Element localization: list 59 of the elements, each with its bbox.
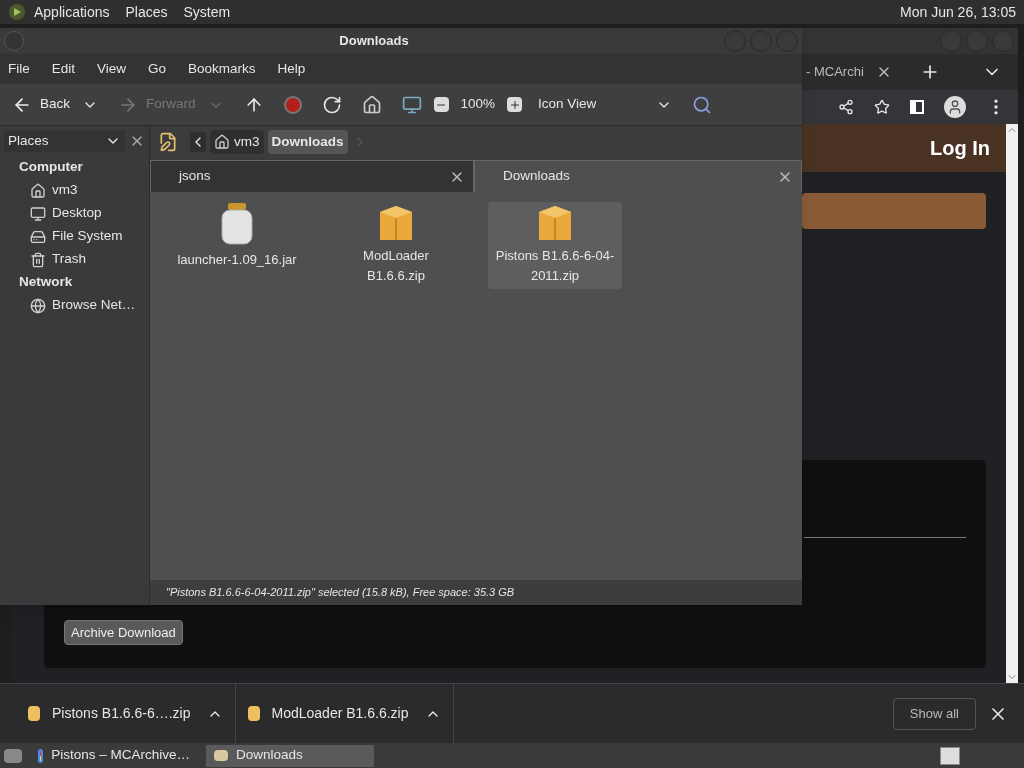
sidebar-heading: Computer xyxy=(18,158,84,177)
window-title: Downloads xyxy=(338,32,410,51)
path-button[interactable]: Downloads xyxy=(267,130,348,154)
tab[interactable]: Downloads xyxy=(474,160,802,192)
home-icon xyxy=(214,134,230,150)
icon-entry[interactable]: ModLoader B1.6.6.zip xyxy=(329,202,463,289)
taskbar-item[interactable]: Downloads xyxy=(206,744,374,767)
clock[interactable]: Mon Jun 26, 13:05 xyxy=(900,1,1016,23)
jar-icon xyxy=(219,202,255,246)
menu-item[interactable]: Go xyxy=(148,58,167,80)
desktop-icon xyxy=(30,205,46,222)
bookmark-star-icon[interactable] xyxy=(874,99,890,115)
side-panel-icon[interactable] xyxy=(910,100,924,114)
icon-entry[interactable]: launcher-1.09_16.jar xyxy=(170,202,304,274)
browser-tab[interactable]: - MCArchi xyxy=(806,54,900,90)
edit-path-icon[interactable] xyxy=(158,132,178,152)
menu-item[interactable]: Edit xyxy=(51,58,76,80)
menu-item[interactable]: View xyxy=(97,58,127,80)
show-all-button[interactable]: Show all xyxy=(892,697,976,730)
home-icon[interactable] xyxy=(361,94,382,115)
status-bar: "Pistons B1.6.6-6-04-2011.zip" selected (15.8 kB), Free space: 35.3 GB xyxy=(150,580,802,605)
home-folder-icon xyxy=(30,182,46,199)
icon-entry[interactable]: Pistons B1.6.6-6-04-2011.zip xyxy=(488,202,622,289)
menu-item[interactable]: Bookmarks xyxy=(188,58,256,80)
download-item[interactable]: Pistons B1.6.6-6….zip xyxy=(28,703,191,724)
menu-item[interactable]: Help xyxy=(277,58,306,80)
zoom-in-icon[interactable] xyxy=(507,97,523,112)
sidebar-selector[interactable]: Places xyxy=(4,130,125,152)
scroll-left-icon[interactable] xyxy=(190,132,206,152)
zoom-out-icon[interactable] xyxy=(433,97,449,112)
archive-download-button[interactable]: Archive Download xyxy=(64,620,183,645)
sidebar-item[interactable]: vm3 xyxy=(0,179,149,202)
network-icon xyxy=(30,297,46,314)
app-menu-icon[interactable] xyxy=(8,3,26,21)
sidebar-item[interactable]: File System xyxy=(0,225,149,248)
show-desktop-icon[interactable] xyxy=(4,748,22,763)
search-icon[interactable] xyxy=(692,94,713,115)
share-icon[interactable] xyxy=(838,99,854,115)
sidebar-item[interactable]: Browse Net… xyxy=(0,294,149,317)
sidebar-heading: Network xyxy=(18,273,74,292)
download-item[interactable]: ModLoader B1.6.6.zip xyxy=(247,703,409,724)
zoom-level: 100% xyxy=(460,95,496,114)
panel-menu[interactable]: System xyxy=(183,1,231,23)
profile-icon[interactable] xyxy=(944,96,966,118)
reload-icon[interactable] xyxy=(321,94,342,115)
panel-menu[interactable]: Places xyxy=(125,1,168,23)
workspace-icon[interactable] xyxy=(940,746,960,765)
sidebar-item[interactable]: Trash xyxy=(0,248,149,271)
trash-icon xyxy=(30,251,46,268)
menu-item[interactable]: File xyxy=(8,58,30,80)
panel-menu[interactable]: Applications xyxy=(34,1,110,23)
sidebar-item[interactable]: Desktop xyxy=(0,202,149,225)
computer-icon[interactable] xyxy=(401,94,422,115)
login-link[interactable]: Log In xyxy=(930,133,990,163)
tab[interactable]: jsons xyxy=(150,160,474,192)
drive-icon xyxy=(30,228,46,245)
view-selector[interactable]: Icon View xyxy=(538,94,673,115)
back-button[interactable]: Back xyxy=(12,94,70,115)
path-button[interactable]: vm3 xyxy=(210,130,264,154)
